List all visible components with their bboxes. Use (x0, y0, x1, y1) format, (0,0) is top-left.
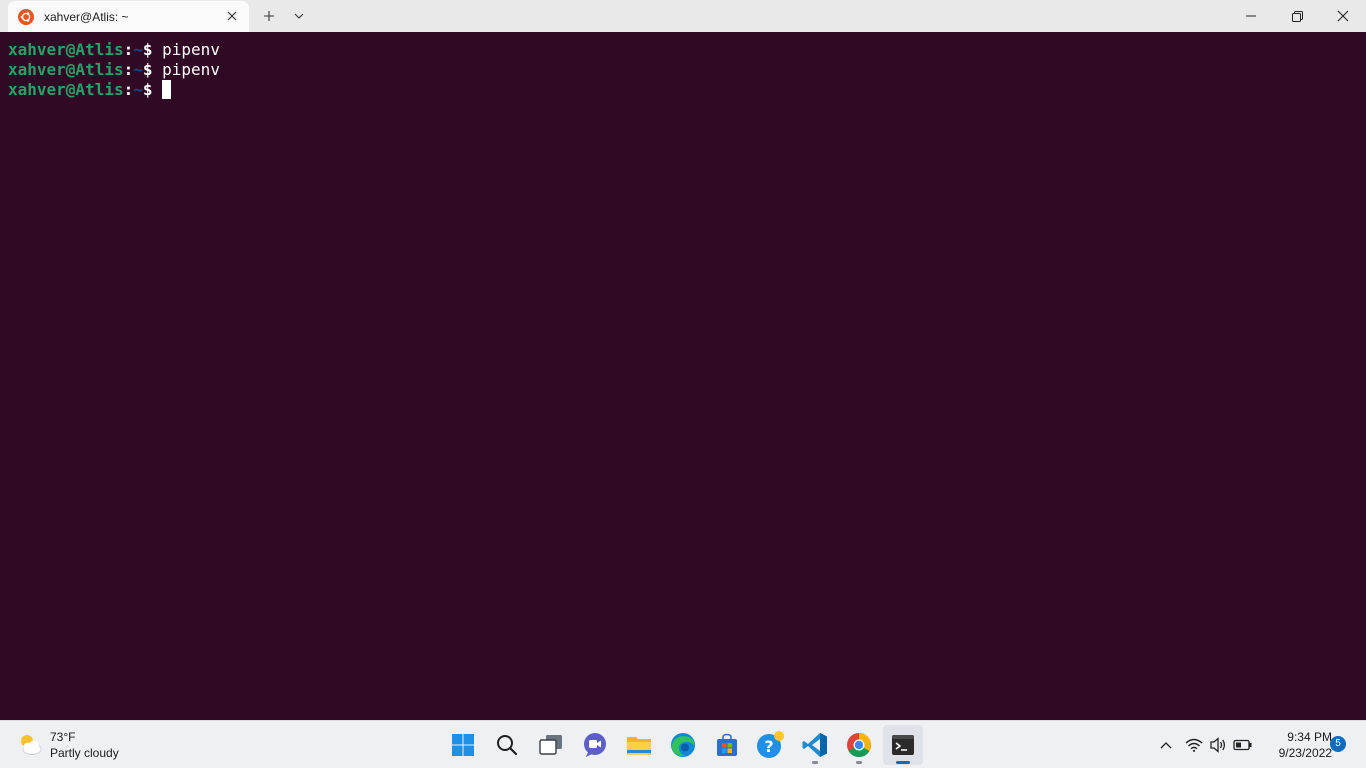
notification-badge[interactable]: 5 (1330, 736, 1346, 752)
terminal-line: xahver@Atlis:~$ (8, 80, 1358, 100)
title-bar: xahver@Atlis: ~ (0, 0, 1366, 32)
prompt-user: xahver@Atlis (8, 60, 124, 79)
command-text: pipenv (152, 40, 220, 59)
task-view-button[interactable] (531, 725, 571, 765)
maximize-button[interactable] (1274, 0, 1320, 32)
ubuntu-icon (18, 8, 34, 25)
clock-date: 9/23/2022 (1278, 746, 1332, 760)
network-button[interactable] (1182, 733, 1206, 757)
terminal-icon (892, 735, 914, 755)
prompt-dollar: $ (142, 40, 153, 59)
volume-button[interactable] (1206, 733, 1230, 757)
clock-time: 9:34 PM (1287, 730, 1332, 744)
minimize-button[interactable] (1228, 0, 1274, 32)
task-view-icon (539, 735, 562, 755)
plus-icon (264, 11, 274, 21)
help-icon: ? (757, 731, 784, 758)
taskbar: 73°F Partly cloudy ? 9:34 PM 9/23/2022 (0, 720, 1366, 768)
minimize-icon (1246, 15, 1256, 17)
prompt-user: xahver@Atlis (8, 40, 124, 59)
show-hidden-icons-button[interactable] (1154, 733, 1178, 757)
battery-icon (1233, 739, 1252, 751)
wifi-icon (1185, 738, 1203, 752)
store-button[interactable] (707, 725, 747, 765)
tab-title: xahver@Atlis: ~ (44, 9, 129, 24)
volume-icon (1210, 737, 1226, 753)
command-text (153, 80, 163, 99)
terminal-button[interactable] (883, 725, 923, 765)
weather-text: 73°F Partly cloudy (50, 729, 119, 761)
prompt-dollar: $ (142, 60, 153, 79)
chat-icon (584, 733, 606, 757)
chevron-up-icon (1160, 742, 1172, 749)
prompt-path: ~ (133, 40, 143, 59)
file-explorer-button[interactable] (619, 725, 659, 765)
svg-text:?: ? (764, 737, 773, 756)
windows-start-icon (452, 734, 474, 756)
close-tab-icon[interactable] (225, 9, 239, 23)
new-tab-button[interactable] (258, 6, 280, 26)
weather-condition: Partly cloudy (50, 746, 119, 760)
edge-icon (671, 733, 695, 757)
prompt-path: ~ (133, 60, 143, 79)
terminal-line: xahver@Atlis:~$ pipenv (8, 40, 1358, 60)
close-window-button[interactable] (1320, 0, 1366, 32)
store-icon (717, 733, 737, 756)
partly-cloudy-icon (21, 735, 42, 755)
active-indicator (896, 761, 910, 764)
weather-widget[interactable]: 73°F Partly cloudy (16, 727, 119, 763)
chrome-button[interactable] (839, 725, 879, 765)
prompt-separator: : (123, 80, 134, 99)
chrome-icon (847, 733, 872, 758)
prompt-path: ~ (133, 80, 143, 99)
running-indicator (856, 761, 862, 764)
prompt-dollar: $ (142, 80, 153, 99)
chat-button[interactable] (575, 725, 615, 765)
command-text: pipenv (152, 60, 220, 79)
battery-button[interactable] (1231, 733, 1255, 757)
vscode-icon (802, 733, 827, 757)
close-icon (1337, 10, 1349, 22)
tab-dropdown-button[interactable] (288, 6, 310, 26)
weather-temperature: 73°F (50, 730, 76, 744)
search-icon (497, 735, 518, 756)
search-button[interactable] (487, 725, 527, 765)
file-explorer-icon (627, 737, 651, 755)
running-indicator (812, 761, 818, 764)
terminal-tab[interactable]: xahver@Atlis: ~ (8, 1, 249, 32)
start-button[interactable] (443, 725, 483, 765)
edge-button[interactable] (663, 725, 703, 765)
terminal-line: xahver@Atlis:~$ pipenv (8, 60, 1358, 80)
vscode-button[interactable] (795, 725, 835, 765)
prompt-separator: : (123, 40, 134, 59)
restore-icon (1291, 10, 1303, 22)
prompt-separator: : (123, 60, 134, 79)
chevron-down-icon (294, 13, 304, 19)
prompt-user: xahver@Atlis (8, 80, 124, 99)
clock[interactable]: 9:34 PM 9/23/2022 (1258, 729, 1332, 761)
text-cursor (162, 80, 172, 99)
get-help-button[interactable]: ? (751, 725, 791, 765)
terminal-area[interactable]: xahver@Atlis:~$ pipenv xahver@Atlis:~$ p… (0, 32, 1366, 720)
